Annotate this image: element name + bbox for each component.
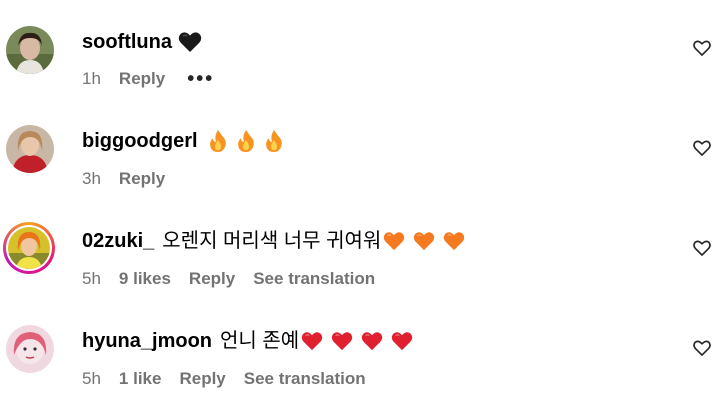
comment-item: hyuna_jmoon 언니 존예 5h 1 like Reply See tr… <box>0 300 721 400</box>
orange-heart-emoji <box>384 232 405 251</box>
username[interactable]: sooftluna <box>82 28 172 56</box>
likes-count[interactable]: 1 like <box>119 367 162 391</box>
heart-outline-icon[interactable] <box>692 338 712 358</box>
orange-heart-emoji <box>414 232 435 251</box>
reply-button[interactable]: Reply <box>189 267 235 291</box>
see-translation-link[interactable]: See translation <box>253 267 375 291</box>
reply-button[interactable]: Reply <box>119 167 165 191</box>
reply-button[interactable]: Reply <box>179 367 225 391</box>
likes-count[interactable]: 9 likes <box>119 267 171 291</box>
black-heart-emoji <box>178 32 202 52</box>
comment-meta: 3h Reply <box>82 167 183 191</box>
emoji-group <box>301 331 413 351</box>
emoji-group <box>208 129 284 153</box>
fire-emoji <box>265 130 282 152</box>
avatar-ring-gap <box>6 225 52 271</box>
comment-line: biggoodgerl <box>82 127 284 155</box>
heart-outline-icon[interactable] <box>692 138 712 158</box>
comment-meta: 1h Reply ••• <box>82 67 214 91</box>
username[interactable]: biggoodgerl <box>82 127 198 155</box>
avatar-with-story-ring[interactable] <box>3 222 55 274</box>
comment-meta: 5h 9 likes Reply See translation <box>82 267 393 291</box>
timestamp: 5h <box>82 369 101 388</box>
heart-outline-icon[interactable] <box>692 38 712 58</box>
emoji-group <box>178 31 202 53</box>
avatar[interactable] <box>6 125 54 173</box>
see-translation-link[interactable]: See translation <box>244 367 366 391</box>
comment-line: hyuna_jmoon 언니 존예 <box>82 327 413 355</box>
fire-emoji <box>237 130 254 152</box>
orange-heart-emoji <box>444 232 465 251</box>
comment-line: 02zuki_ 오렌지 머리색 너무 귀여워 <box>82 227 465 255</box>
heart-outline-icon[interactable] <box>692 238 712 258</box>
comment-item: 02zuki_ 오렌지 머리색 너무 귀여워 5h 9 likes Reply … <box>0 200 721 300</box>
red-heart-emoji <box>301 332 323 351</box>
avatar <box>8 227 50 269</box>
reply-button[interactable]: Reply <box>119 67 165 91</box>
emoji-group <box>383 231 465 251</box>
avatar[interactable] <box>6 325 54 373</box>
avatar[interactable] <box>6 26 54 74</box>
more-options-icon[interactable]: ••• <box>187 69 214 89</box>
username[interactable]: 02zuki_ <box>82 227 154 255</box>
red-heart-emoji <box>331 332 353 351</box>
comment-text: 언니 존예 <box>220 330 300 352</box>
comment-meta: 5h 1 like Reply See translation <box>82 367 384 391</box>
timestamp: 1h <box>82 69 101 88</box>
fire-emoji <box>209 130 226 152</box>
comment-line: sooftluna <box>82 28 202 56</box>
comment-text: 오렌지 머리색 너무 귀여워 <box>162 230 382 252</box>
comment-item: sooftluna 1h Reply ••• <box>0 0 721 100</box>
red-heart-emoji <box>361 332 383 351</box>
timestamp: 3h <box>82 169 101 188</box>
red-heart-emoji <box>391 332 413 351</box>
username[interactable]: hyuna_jmoon <box>82 327 212 355</box>
comment-item: biggoodgerl 3h Reply <box>0 100 721 200</box>
timestamp: 5h <box>82 269 101 288</box>
